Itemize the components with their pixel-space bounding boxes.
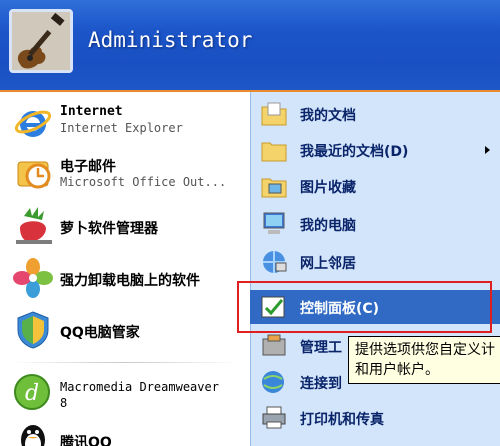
internet-explorer-icon [14, 104, 52, 146]
tooltip-line-1: 提供选项供您自定义计 [355, 342, 495, 358]
pinned-uninstaller[interactable]: 强力卸载电脑上的软件 [0, 254, 250, 302]
internet-label: Internet [60, 104, 123, 119]
my-pictures-label: 图片收藏 [300, 180, 356, 196]
my-computer-label: 我的电脑 [300, 218, 356, 234]
network-places-label: 网上邻居 [300, 256, 356, 272]
submenu-arrow-icon [485, 146, 490, 154]
start-menu-header: Administrator [0, 0, 500, 92]
pinned-luobo-manager[interactable]: 萝卜软件管理器 [0, 202, 250, 250]
qq-label: 腾讯QQ [60, 435, 112, 446]
dreamweaver-label: Macromedia Dreamweaver [60, 380, 219, 394]
tools-icon [260, 333, 288, 363]
connect-to-label: 连接到 [300, 376, 342, 392]
recent-qq[interactable]: 腾讯QQ [0, 418, 250, 446]
pinned-internet-explorer[interactable]: Internet Internet Explorer [0, 98, 250, 146]
pinned-email[interactable]: 电子邮件 Microsoft Office Out... [0, 150, 250, 198]
my-documents-label: 我的文档 [300, 108, 356, 124]
guitar-icon [12, 12, 70, 70]
penguin-icon [16, 422, 50, 446]
network-icon [260, 249, 288, 279]
my-computer-item[interactable]: 我的电脑 [250, 208, 500, 240]
luobo-label: 萝卜软件管理器 [60, 221, 158, 237]
annotation-highlight-box [237, 281, 492, 333]
globe-connect-icon [260, 369, 288, 399]
computer-icon [260, 211, 288, 241]
folder-icon [260, 137, 288, 167]
uninstaller-label: 强力卸载电脑上的软件 [60, 273, 200, 289]
printers-faxes-label: 打印机和传真 [300, 412, 384, 428]
recent-dreamweaver[interactable]: d Macromedia Dreamweaver 8 [0, 370, 250, 414]
my-documents-item[interactable]: 我的文档 [250, 98, 500, 130]
pinned-qq-guard[interactable]: QQ电脑管家 [0, 306, 250, 354]
dreamweaver-version: 8 [60, 396, 68, 410]
recent-documents-label: 我最近的文档(D) [300, 144, 409, 160]
network-places-item[interactable]: 网上邻居 [250, 246, 500, 278]
printers-faxes-item[interactable]: 打印机和传真 [250, 402, 500, 434]
radish-icon [14, 206, 54, 250]
qq-guard-label: QQ电脑管家 [60, 325, 140, 341]
printer-icon [260, 405, 288, 435]
my-recent-documents-item[interactable]: 我最近的文档(D) [250, 134, 500, 166]
user-avatar[interactable] [9, 9, 73, 73]
user-name: Administrator [88, 28, 253, 52]
control-panel-tooltip: 提供选项供您自定义计 和用户帐户。 [348, 336, 500, 384]
email-label: 电子邮件 [60, 159, 116, 175]
my-pictures-item[interactable]: 图片收藏 [250, 170, 500, 202]
tooltip-line-2: 和用户帐户。 [355, 362, 439, 378]
svg-text:d: d [25, 381, 39, 406]
shield-icon [14, 310, 52, 354]
manage-tools-label: 管理工 [300, 340, 342, 356]
folder-documents-icon [260, 101, 288, 131]
left-separator [10, 362, 240, 363]
internet-sublabel: Internet Explorer [60, 121, 183, 135]
outlook-icon [14, 154, 54, 198]
folder-pictures-icon [260, 173, 288, 203]
email-sublabel: Microsoft Office Out... [60, 175, 227, 189]
pinwheel-icon [12, 257, 54, 303]
dreamweaver-icon: d [12, 372, 52, 416]
